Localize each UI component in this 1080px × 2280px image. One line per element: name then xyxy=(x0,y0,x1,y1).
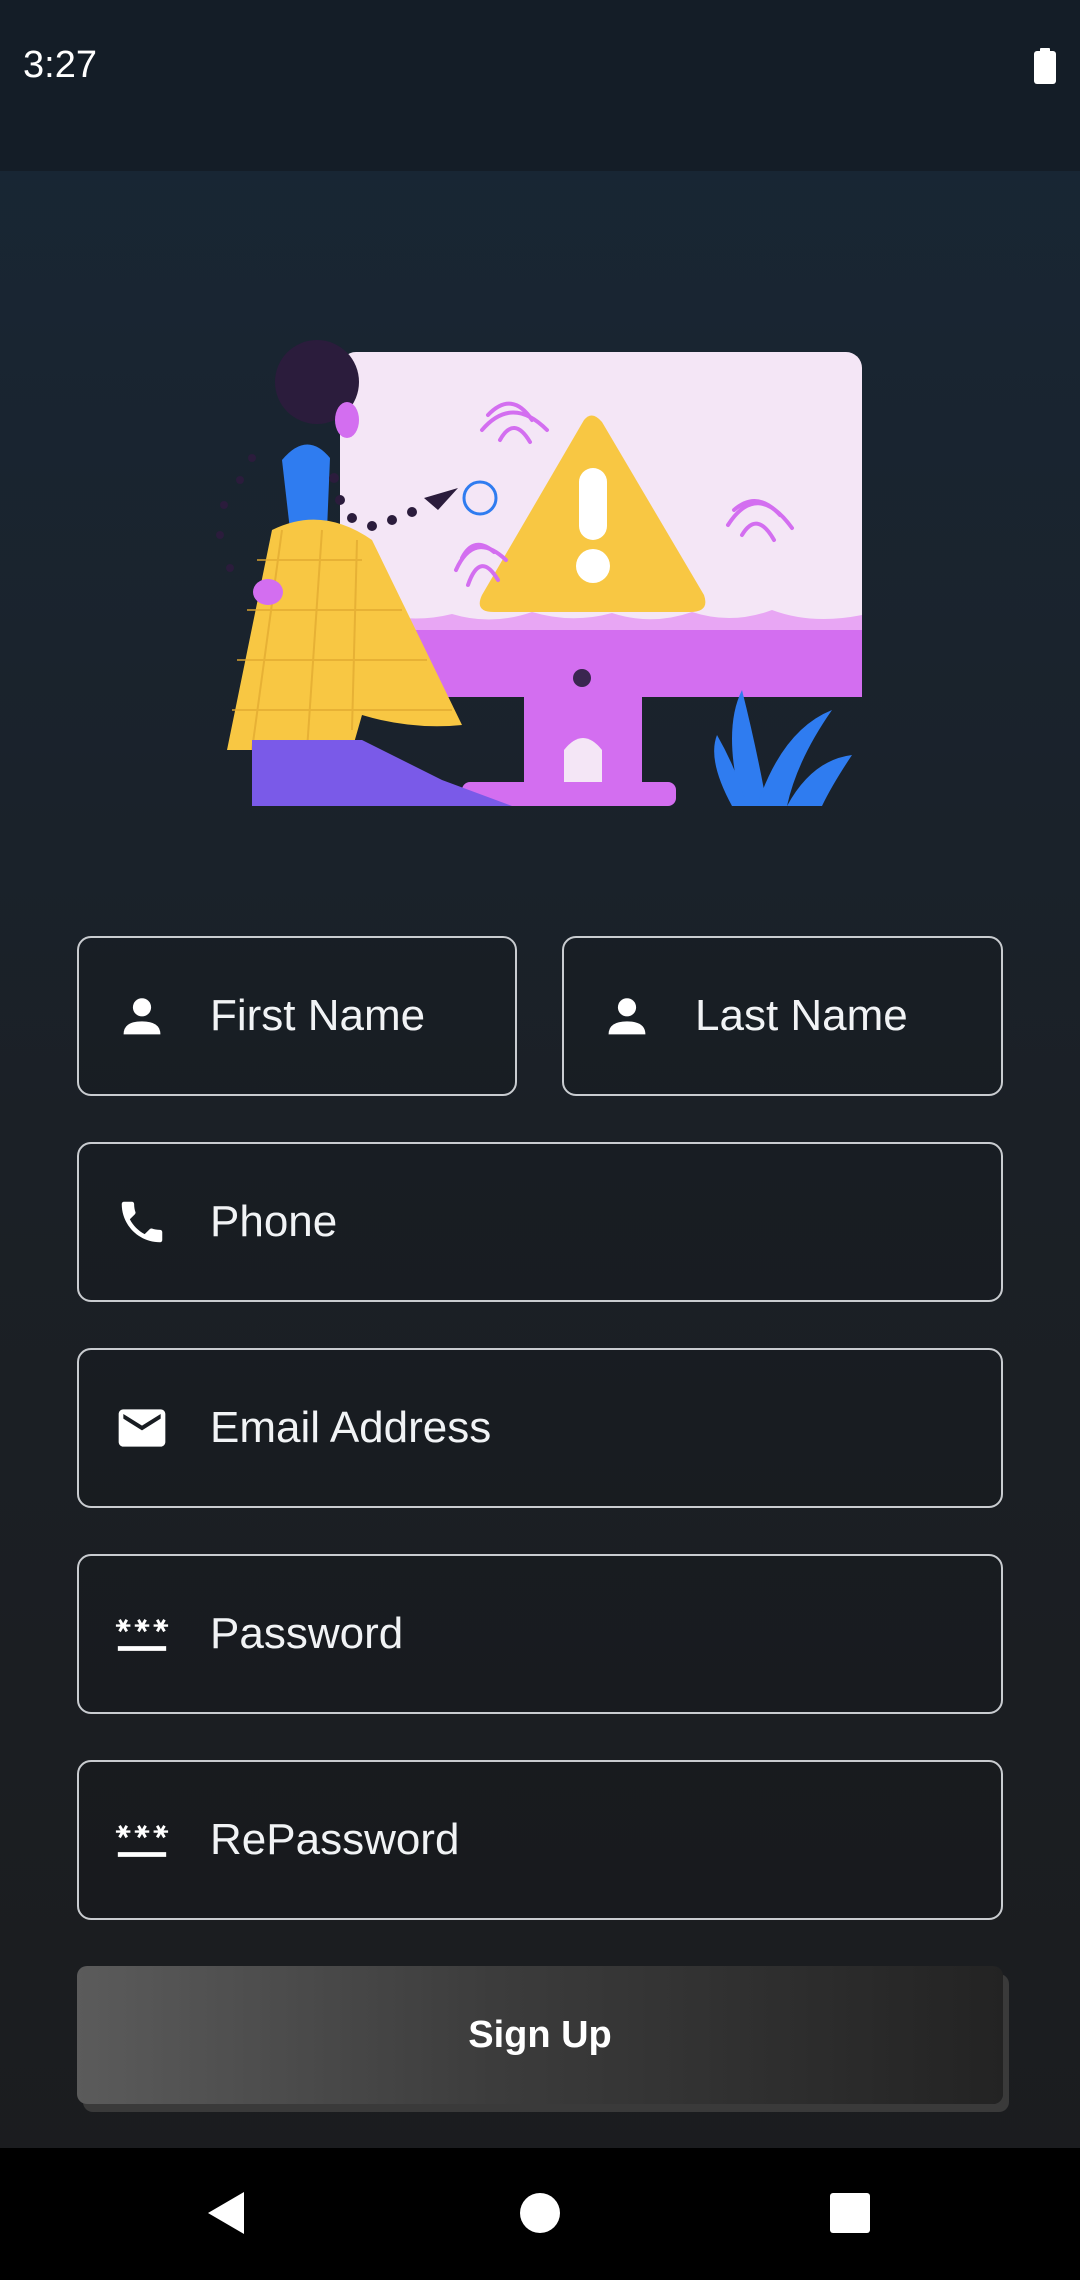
last-name-label: Last Name xyxy=(695,991,908,1040)
first-name-label: First Name xyxy=(210,991,426,1040)
email-label: Email Address xyxy=(210,1403,492,1452)
sign-up-button[interactable]: Sign Up xyxy=(77,1966,1003,2104)
person-icon xyxy=(113,987,171,1045)
signup-screen: 3:27 First Name Last Name Phone Email Ad… xyxy=(0,0,1080,2280)
recents-square-icon[interactable] xyxy=(828,2188,872,2238)
phone-field[interactable]: Phone xyxy=(77,1142,1003,1302)
home-circle-icon[interactable] xyxy=(518,2188,562,2238)
phone-icon xyxy=(113,1193,171,1251)
mail-icon xyxy=(113,1399,171,1457)
phone-label: Phone xyxy=(210,1197,338,1246)
person-icon xyxy=(598,987,656,1045)
email-field[interactable]: Email Address xyxy=(77,1348,1003,1508)
security-warning-illustration xyxy=(216,340,862,806)
first-name-field[interactable]: First Name xyxy=(77,936,517,1096)
password-field[interactable]: Password xyxy=(77,1554,1003,1714)
back-triangle-icon[interactable] xyxy=(204,2188,248,2238)
password-icon xyxy=(113,1605,171,1663)
battery-full-icon xyxy=(1034,48,1056,84)
repassword-field[interactable]: RePassword xyxy=(77,1760,1003,1920)
password-label: Password xyxy=(210,1609,404,1658)
status-time: 3:27 xyxy=(23,44,97,86)
password-icon xyxy=(113,1811,171,1869)
repassword-label: RePassword xyxy=(210,1815,460,1864)
last-name-field[interactable]: Last Name xyxy=(562,936,1003,1096)
status-bar: 3:27 xyxy=(0,0,1080,171)
